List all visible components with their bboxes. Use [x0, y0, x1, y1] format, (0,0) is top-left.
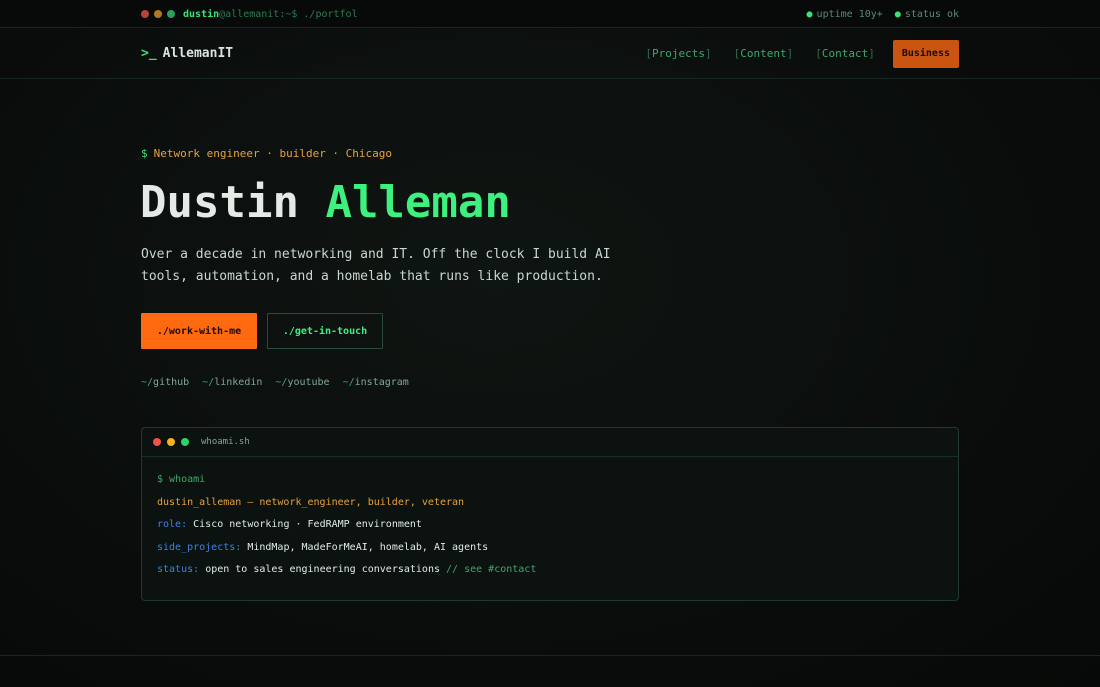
green-dot-icon [167, 10, 175, 18]
status-text: status ok [904, 8, 959, 20]
status-comment: // see #contact [446, 564, 537, 575]
get-in-touch-button[interactable]: ./get-in-touch [267, 313, 383, 349]
path-prefix: ~/ [202, 377, 215, 388]
terminal-role-line: role: Cisco networking · FedRAMP environ… [157, 517, 943, 540]
uptime-text: uptime 10y+ [816, 8, 883, 20]
path-prefix: ~/ [342, 377, 355, 388]
role-key: role: [157, 519, 188, 530]
social-label: instagram [354, 377, 409, 388]
terminal-command: $ whoami [157, 474, 206, 485]
work-with-me-button[interactable]: ./work-with-me [141, 313, 257, 349]
status-key: status: [157, 564, 200, 575]
terminal-projects-line: side_projects: MindMap, MadeForMeAI, hom… [157, 540, 943, 563]
terminal-title: whoami.sh [201, 437, 250, 447]
nav-link-label: Contact [821, 47, 869, 60]
projects-key: side_projects: [157, 541, 242, 553]
terminal-prompt-icon: >_ [141, 46, 157, 61]
yellow-dot-icon [154, 10, 162, 18]
projects-value: MindMap, MadeForMeAI, homelab, AI agents [247, 541, 489, 553]
main-nav: >_ AllemanIT [Projects] [Content] [Contac… [0, 28, 1100, 79]
hero-intro: Over a decade in networking and IT. Off … [141, 247, 611, 284]
footer-divider [0, 655, 1100, 656]
social-link-github[interactable]: ~/github [141, 377, 189, 388]
business-button[interactable]: Business [892, 39, 959, 68]
path-prefix: ~/ [275, 377, 288, 388]
tagline-text: Network engineer · builder · Chicago [153, 147, 393, 160]
nav-link-label: Content [740, 47, 787, 60]
hero-tagline: $ Network engineer · builder · Chicago [141, 147, 392, 160]
last-name: Alleman [325, 177, 511, 228]
first-name: Dustin [140, 177, 299, 228]
terminal-prompt: dustin @allemanit:~$ ./portfol [141, 9, 358, 20]
social-label: youtube [287, 377, 330, 388]
tagline-prompt: $ [141, 147, 148, 160]
social-label: github [153, 377, 190, 388]
maximize-dot-icon [181, 438, 189, 446]
nav-link-projects[interactable]: [Projects] [645, 47, 711, 60]
social-link-instagram[interactable]: ~/instagram [343, 377, 409, 388]
nav-link-content[interactable]: [Content] [734, 47, 794, 60]
terminal-titlebar: whoami.sh [142, 428, 958, 457]
status-indicator: ● status ok [895, 9, 959, 20]
social-label: linkedin [214, 377, 263, 388]
prompt-user: dustin [183, 8, 220, 20]
uptime-indicator: ● uptime 10y+ [807, 9, 883, 20]
nav-link-label: Projects [652, 47, 705, 60]
red-dot-icon [141, 10, 149, 18]
page-title: Dustin Alleman [140, 176, 511, 230]
terminal-identity: dustin_alleman — network_engineer, build… [157, 496, 465, 508]
terminal-window: whoami.sh $ whoami dustin_alleman — netw… [141, 427, 959, 601]
terminal-status-line: status: open to sales engineering conver… [157, 562, 943, 585]
social-link-youtube[interactable]: ~/youtube [275, 377, 329, 388]
window-dots [141, 10, 175, 18]
minimize-dot-icon [167, 438, 175, 446]
path-prefix: ~/ [141, 377, 154, 388]
close-dot-icon [153, 438, 161, 446]
status-dot-icon: ● [894, 8, 901, 20]
logo-text: AllemanIT [162, 46, 234, 61]
prompt-path: @allemanit:~$ ./portfol [219, 8, 358, 20]
social-link-linkedin[interactable]: ~/linkedin [202, 377, 262, 388]
nav-link-contact[interactable]: [Contact] [815, 47, 875, 60]
top-status-bar: dustin @allemanit:~$ ./portfol ● uptime 1… [0, 0, 1100, 28]
status-dot-icon: ● [806, 8, 813, 20]
site-logo[interactable]: >_ AllemanIT [141, 46, 233, 61]
social-links: ~/github ~/linkedin ~/youtube ~/instagra… [141, 377, 409, 388]
status-value: open to sales engineering conversations [205, 564, 440, 575]
role-value: Cisco networking · FedRAMP environment [193, 519, 422, 530]
terminal-output: $ whoami dustin_alleman — network_engine… [142, 457, 958, 600]
